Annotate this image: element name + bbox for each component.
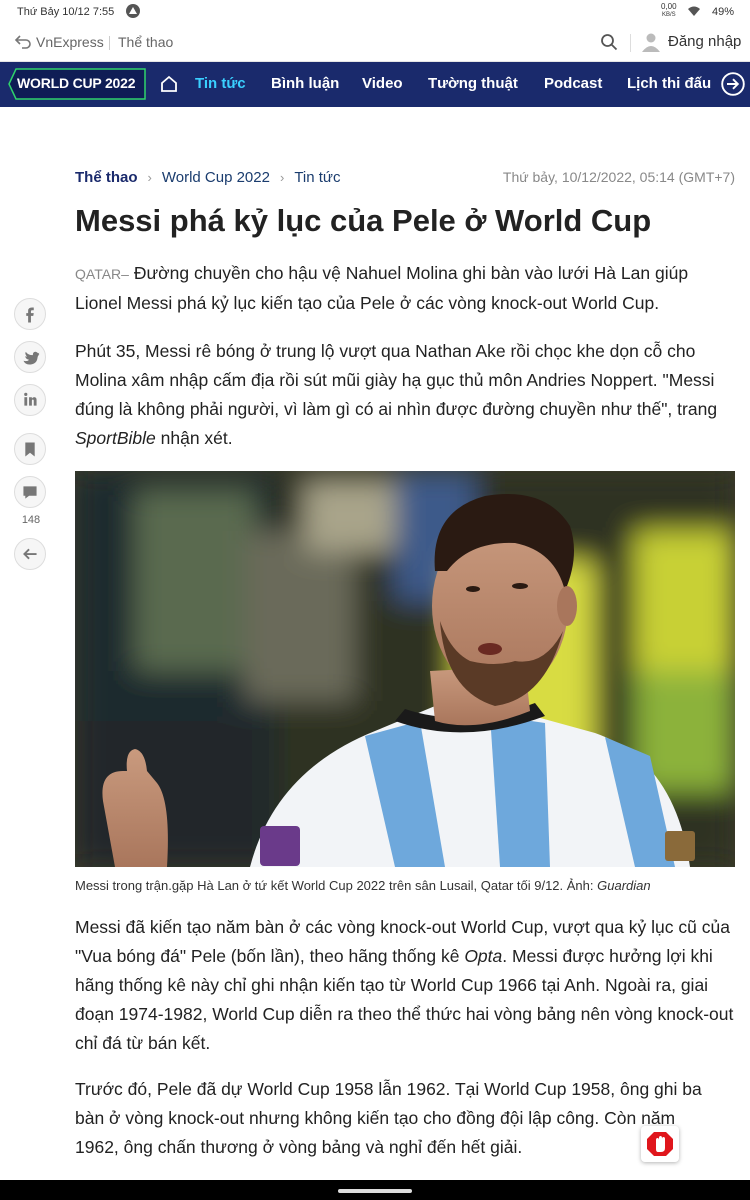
- nav-item-binh-luan[interactable]: Bình luận: [271, 75, 339, 92]
- system-nav-bar: [0, 1180, 750, 1200]
- header-divider: [109, 36, 110, 50]
- home-icon[interactable]: [160, 75, 178, 93]
- brand-link[interactable]: VnExpress: [36, 34, 104, 50]
- chevron-right-icon: ›: [279, 169, 285, 185]
- nav-item-tuong-thuat[interactable]: Tường thuật: [428, 75, 518, 92]
- linkedin-icon[interactable]: [14, 384, 46, 416]
- login-link[interactable]: Đăng nhập: [668, 33, 741, 50]
- caption-credit: Guardian: [597, 878, 651, 893]
- chevron-right-icon: ›: [147, 169, 152, 185]
- comment-count: 148: [21, 514, 41, 526]
- adblock-stop-icon[interactable]: [641, 1126, 679, 1162]
- worldcup-nav: WORLD CUP 2022 Tin tức Bình luận Video T…: [0, 62, 750, 107]
- status-time: Thứ Bảy 10/12 7:55: [17, 6, 115, 18]
- user-icon[interactable]: [641, 32, 661, 52]
- facebook-icon[interactable]: [14, 298, 46, 330]
- breadcrumb-item[interactable]: Tin tức: [294, 169, 340, 186]
- article-paragraph: Trước đó, Pele đã dự World Cup 1958 lẫn …: [75, 1079, 702, 1157]
- location-dash: –: [121, 266, 129, 282]
- article-title: Messi phá kỷ lục của Pele ở World Cup: [75, 203, 652, 238]
- publish-date: Thứ bảy, 10/12/2022, 05:14 (GMT+7): [502, 169, 735, 185]
- worldcup-logo-text[interactable]: WORLD CUP 2022: [17, 75, 136, 91]
- status-bar: Thứ Bảy 10/12 7:55 0,00 KB/S 49%: [0, 0, 750, 26]
- article-lead: QATAR– Đường chuyền cho hậu vệ Nahuel Mo…: [75, 259, 725, 318]
- caption-text: Messi trong trận.gặp Hà Lan ở tứ kết Wor…: [75, 878, 594, 893]
- nav-item-video[interactable]: Video: [362, 75, 403, 92]
- wifi-icon: [688, 6, 700, 16]
- comment-icon[interactable]: [14, 476, 46, 508]
- home-gesture-handle[interactable]: [338, 1189, 412, 1193]
- nav-item-tin-tuc[interactable]: Tin tức: [195, 75, 246, 92]
- header-divider: [630, 34, 631, 52]
- net-speed-value: 0,00: [661, 2, 677, 11]
- nav-next-arrow-icon[interactable]: [721, 72, 745, 96]
- app-notification-icon: [126, 4, 140, 18]
- paragraph-text: nhận xét.: [160, 428, 233, 448]
- source-name: SportBible: [75, 428, 156, 448]
- paragraph-text: Phút 35, Messi rê bóng ở trung lộ vượt q…: [75, 341, 718, 419]
- nav-item-lich-thi-dau[interactable]: Lịch thi đấu: [627, 75, 711, 92]
- player-photo-illustration: [75, 471, 735, 867]
- article-paragraph: Messi đã kiến tạo năm bàn ở các vòng kno…: [75, 913, 740, 1058]
- bookmark-icon[interactable]: [14, 433, 46, 465]
- source-name: Opta: [464, 946, 503, 966]
- net-speed-unit: KB/S: [661, 12, 676, 18]
- back-arrow-icon[interactable]: [14, 34, 32, 50]
- twitter-icon[interactable]: [14, 341, 46, 373]
- breadcrumb-item[interactable]: World Cup 2022: [162, 169, 270, 186]
- photo-caption: Messi trong trận.gặp Hà Lan ở tứ kết Wor…: [75, 878, 735, 893]
- battery-level: 49%: [712, 6, 735, 18]
- location-tag: QATAR: [75, 266, 122, 282]
- breadcrumb-item[interactable]: Thể thao: [75, 169, 138, 186]
- network-speed: 0,00 KB/S: [661, 3, 677, 19]
- nav-item-podcast[interactable]: Podcast: [544, 75, 602, 92]
- back-arrow-icon[interactable]: [14, 538, 46, 570]
- site-header: VnExpress Thể thao Đăng nhập: [0, 26, 750, 62]
- search-icon[interactable]: [600, 33, 618, 51]
- article-paragraph: Phút 35, Messi rê bóng ở trung lộ vượt q…: [75, 337, 740, 453]
- article-photo[interactable]: [75, 471, 735, 867]
- lead-text: Đường chuyền cho hậu vệ Nahuel Molina gh…: [75, 263, 689, 313]
- breadcrumb: Thể thao › World Cup 2022 › Tin tức: [75, 168, 340, 186]
- section-link[interactable]: Thể thao: [118, 34, 173, 50]
